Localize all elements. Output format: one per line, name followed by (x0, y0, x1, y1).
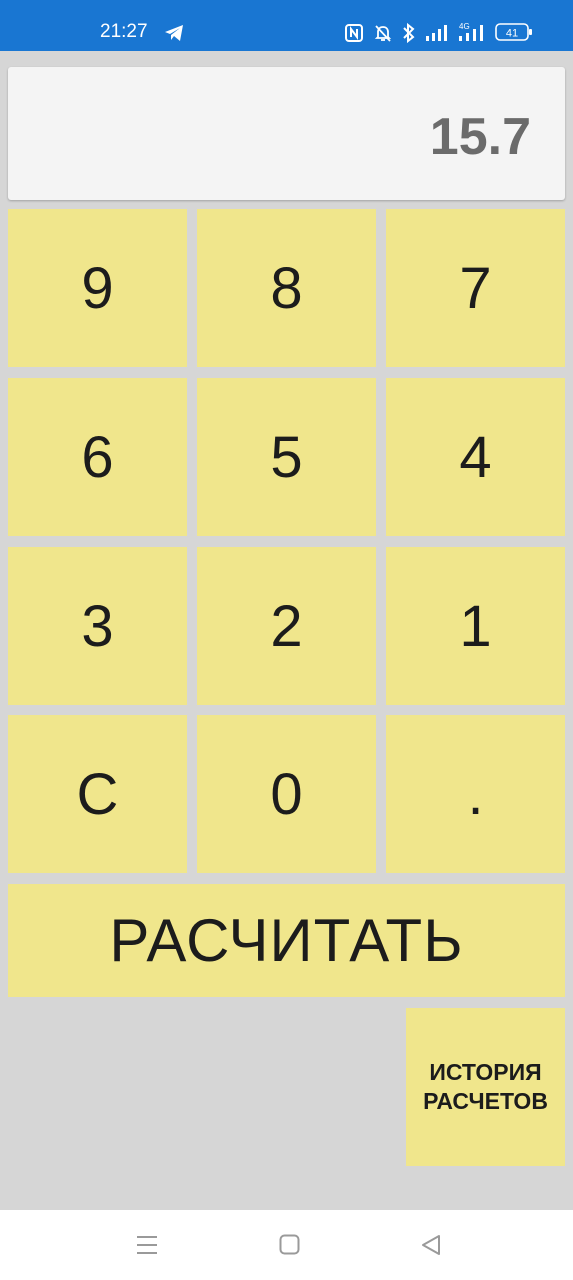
key-7[interactable]: 7 (386, 209, 565, 367)
status-time: 21:27 (100, 21, 148, 42)
status-bar: 21:27 4G 41 (0, 0, 573, 51)
bluetooth-icon (403, 22, 415, 44)
key-decimal[interactable]: . (386, 715, 565, 873)
mute-icon (374, 25, 392, 42)
key-6[interactable]: 6 (8, 378, 187, 536)
key-1[interactable]: 1 (386, 547, 565, 705)
battery-level: 41 (506, 28, 518, 40)
history-button-line2: РАСЧЕТОВ (423, 1088, 548, 1114)
key-2[interactable]: 2 (197, 547, 376, 705)
battery-icon: 41 (495, 23, 532, 41)
back-icon[interactable] (420, 1234, 442, 1256)
key-8[interactable]: 8 (197, 209, 376, 367)
calculator-display: 15.7 (8, 67, 565, 200)
signal-icon (426, 25, 447, 41)
telegram-icon (165, 25, 183, 41)
menu-icon[interactable] (136, 1234, 158, 1256)
signal-4g-icon: 4G (459, 22, 483, 41)
home-icon[interactable] (279, 1234, 300, 1255)
key-9[interactable]: 9 (8, 209, 187, 367)
history-button-line1: ИСТОРИЯ (429, 1059, 542, 1085)
history-button[interactable]: ИСТОРИЯ РАСЧЕТОВ (406, 1008, 565, 1166)
navigation-bar (0, 1210, 573, 1280)
key-clear[interactable]: C (8, 715, 187, 873)
key-5[interactable]: 5 (197, 378, 376, 536)
key-0[interactable]: 0 (197, 715, 376, 873)
key-3[interactable]: 3 (8, 547, 187, 705)
svg-text:4G: 4G (459, 22, 470, 31)
nfc-icon (345, 24, 363, 42)
calculate-button[interactable]: РАСЧИТАТЬ (8, 884, 565, 997)
key-4[interactable]: 4 (386, 378, 565, 536)
display-value: 15.7 (429, 108, 531, 166)
